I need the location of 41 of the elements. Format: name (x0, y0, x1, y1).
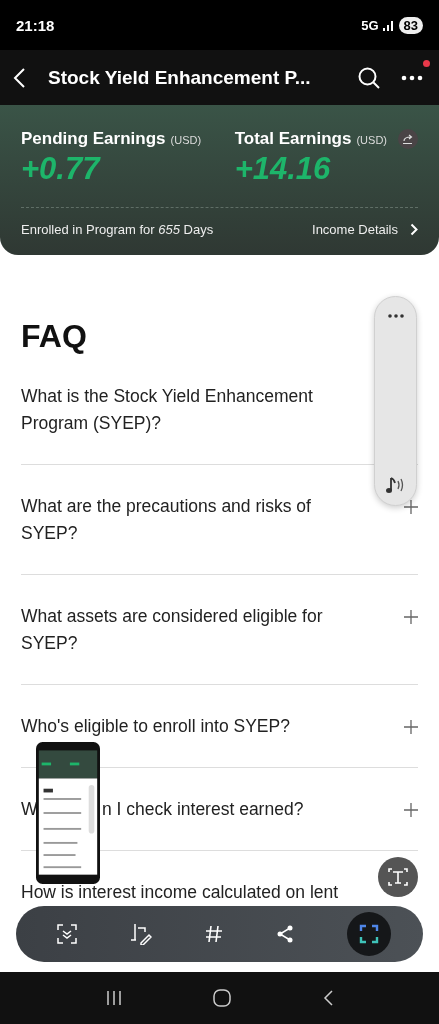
text-extract-button[interactable] (378, 857, 418, 897)
clock: 21:18 (16, 16, 55, 34)
faq-heading: FAQ (21, 317, 88, 355)
chevron-right-icon[interactable] (410, 223, 418, 236)
faq-question[interactable]: What assets are considered eligible for SYEP? (21, 603, 366, 657)
more-icon[interactable] (401, 74, 423, 81)
hashtag-icon[interactable] (204, 925, 223, 943)
search-icon[interactable] (357, 65, 381, 90)
faq-question[interactable]: n I check interest earned? (102, 796, 304, 823)
recent-apps-icon[interactable] (105, 990, 122, 1006)
capture-button[interactable] (346, 912, 391, 956)
screenshot-thumbnail-drawing[interactable] (36, 742, 100, 884)
enrolled-days-text: Enrolled in Program for 655 Days (21, 222, 214, 237)
income-details-link[interactable]: Income Details (312, 222, 398, 237)
earnings-value: +14.16 (234, 151, 332, 187)
battery-level: 83 (398, 16, 423, 34)
faq-question[interactable]: Who's eligible to enroll into SYEP? (21, 713, 290, 740)
currency-unit: (USD) (170, 134, 202, 146)
plus-icon[interactable] (404, 803, 418, 817)
share-icon[interactable] (398, 129, 418, 149)
share-icon[interactable] (275, 925, 294, 943)
crop-edit-icon[interactable] (129, 923, 152, 945)
faq-question[interactable]: How is interest income calculated on lent (21, 879, 339, 906)
network-type: 5G (361, 17, 379, 33)
earnings-value: +0.77 (21, 151, 102, 187)
page-title: Stock Yield Enhancement P... (48, 66, 312, 89)
home-icon[interactable] (213, 989, 232, 1007)
faq-question-fragment[interactable]: W (21, 799, 38, 819)
currency-unit: (USD) (356, 134, 387, 146)
back-icon[interactable] (323, 990, 334, 1006)
plus-icon[interactable] (404, 500, 418, 514)
plus-icon[interactable] (404, 720, 418, 734)
faq-question[interactable]: What is the Stock Yield Enhancement Program (SYEP)? (21, 383, 366, 437)
signal-icon (382, 19, 395, 31)
faq-question[interactable]: What are the precautions and risks of SYEP? (21, 493, 366, 547)
plus-icon[interactable] (404, 610, 418, 624)
capture-frame-icon (358, 924, 379, 944)
earnings-label: Total Earnings (234, 129, 352, 149)
earnings-label: Pending Earnings (21, 129, 166, 149)
more-icon[interactable] (387, 314, 404, 318)
scroll-capture-icon[interactable] (56, 924, 77, 944)
